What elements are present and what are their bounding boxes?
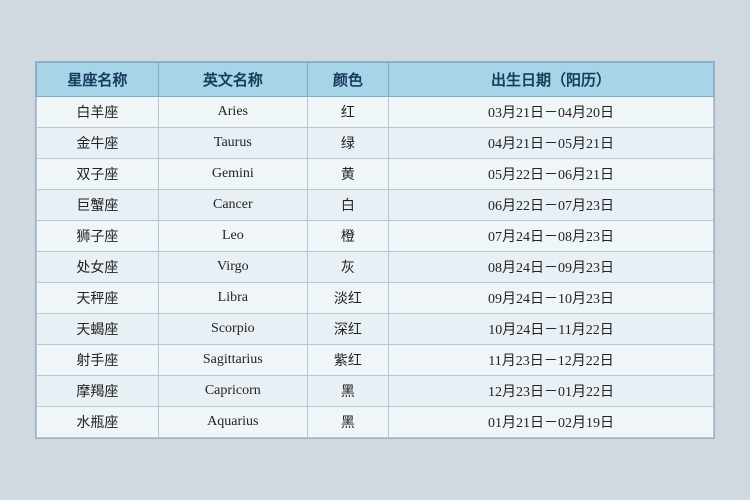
cell-row5-col2: 灰 <box>307 252 388 283</box>
cell-row9-col2: 黑 <box>307 376 388 407</box>
table-body: 白羊座Aries红03月21日－04月20日金牛座Taurus绿04月21日－0… <box>37 97 714 438</box>
cell-row5-col1: Virgo <box>158 252 307 283</box>
zodiac-table: 星座名称 英文名称 颜色 出生日期（阳历） 白羊座Aries红03月21日－04… <box>36 62 714 438</box>
cell-row7-col3: 10月24日－11月22日 <box>389 314 714 345</box>
zodiac-table-container: 星座名称 英文名称 颜色 出生日期（阳历） 白羊座Aries红03月21日－04… <box>35 61 715 439</box>
cell-row2-col0: 双子座 <box>37 159 159 190</box>
table-header-row: 星座名称 英文名称 颜色 出生日期（阳历） <box>37 63 714 97</box>
cell-row3-col0: 巨蟹座 <box>37 190 159 221</box>
cell-row5-col0: 处女座 <box>37 252 159 283</box>
cell-row6-col2: 淡红 <box>307 283 388 314</box>
table-row: 天蝎座Scorpio深红10月24日－11月22日 <box>37 314 714 345</box>
cell-row2-col1: Gemini <box>158 159 307 190</box>
cell-row2-col3: 05月22日－06月21日 <box>389 159 714 190</box>
cell-row10-col0: 水瓶座 <box>37 407 159 438</box>
cell-row3-col2: 白 <box>307 190 388 221</box>
cell-row8-col2: 紫红 <box>307 345 388 376</box>
cell-row1-col3: 04月21日－05月21日 <box>389 128 714 159</box>
table-row: 白羊座Aries红03月21日－04月20日 <box>37 97 714 128</box>
cell-row0-col0: 白羊座 <box>37 97 159 128</box>
table-row: 狮子座Leo橙07月24日－08月23日 <box>37 221 714 252</box>
cell-row1-col0: 金牛座 <box>37 128 159 159</box>
cell-row1-col2: 绿 <box>307 128 388 159</box>
table-row: 摩羯座Capricorn黑12月23日－01月22日 <box>37 376 714 407</box>
table-row: 双子座Gemini黄05月22日－06月21日 <box>37 159 714 190</box>
table-row: 天秤座Libra淡红09月24日－10月23日 <box>37 283 714 314</box>
cell-row3-col3: 06月22日－07月23日 <box>389 190 714 221</box>
cell-row7-col2: 深红 <box>307 314 388 345</box>
header-date: 出生日期（阳历） <box>389 63 714 97</box>
cell-row10-col3: 01月21日－02月19日 <box>389 407 714 438</box>
cell-row6-col3: 09月24日－10月23日 <box>389 283 714 314</box>
cell-row7-col0: 天蝎座 <box>37 314 159 345</box>
cell-row0-col2: 红 <box>307 97 388 128</box>
header-color: 颜色 <box>307 63 388 97</box>
cell-row10-col2: 黑 <box>307 407 388 438</box>
cell-row8-col1: Sagittarius <box>158 345 307 376</box>
cell-row0-col1: Aries <box>158 97 307 128</box>
cell-row8-col3: 11月23日－12月22日 <box>389 345 714 376</box>
cell-row7-col1: Scorpio <box>158 314 307 345</box>
cell-row4-col2: 橙 <box>307 221 388 252</box>
cell-row1-col1: Taurus <box>158 128 307 159</box>
table-row: 金牛座Taurus绿04月21日－05月21日 <box>37 128 714 159</box>
cell-row4-col1: Leo <box>158 221 307 252</box>
cell-row3-col1: Cancer <box>158 190 307 221</box>
table-row: 水瓶座Aquarius黑01月21日－02月19日 <box>37 407 714 438</box>
table-row: 巨蟹座Cancer白06月22日－07月23日 <box>37 190 714 221</box>
header-en-name: 英文名称 <box>158 63 307 97</box>
cell-row9-col0: 摩羯座 <box>37 376 159 407</box>
cell-row4-col0: 狮子座 <box>37 221 159 252</box>
table-row: 处女座Virgo灰08月24日－09月23日 <box>37 252 714 283</box>
cell-row2-col2: 黄 <box>307 159 388 190</box>
cell-row6-col1: Libra <box>158 283 307 314</box>
cell-row9-col3: 12月23日－01月22日 <box>389 376 714 407</box>
cell-row8-col0: 射手座 <box>37 345 159 376</box>
cell-row5-col3: 08月24日－09月23日 <box>389 252 714 283</box>
cell-row9-col1: Capricorn <box>158 376 307 407</box>
cell-row10-col1: Aquarius <box>158 407 307 438</box>
cell-row0-col3: 03月21日－04月20日 <box>389 97 714 128</box>
cell-row4-col3: 07月24日－08月23日 <box>389 221 714 252</box>
table-row: 射手座Sagittarius紫红11月23日－12月22日 <box>37 345 714 376</box>
cell-row6-col0: 天秤座 <box>37 283 159 314</box>
header-cn-name: 星座名称 <box>37 63 159 97</box>
